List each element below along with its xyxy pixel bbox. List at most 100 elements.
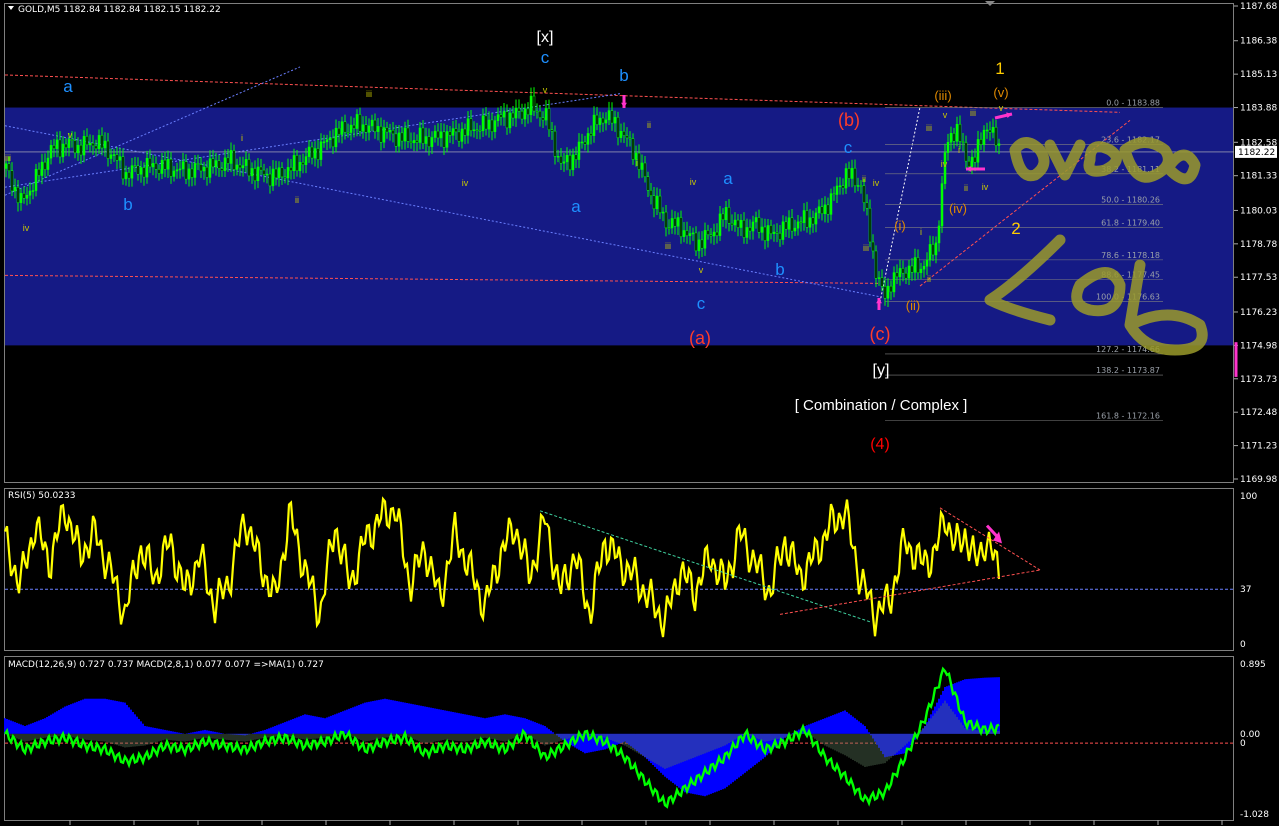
price-candle <box>148 158 152 168</box>
price-candle <box>529 95 533 116</box>
price-candle <box>409 141 413 144</box>
price-candle <box>118 156 122 161</box>
price-candle <box>430 137 434 147</box>
wave-label: a <box>63 77 73 96</box>
minor-wave-label: ii <box>862 174 866 184</box>
price-candle <box>814 212 818 225</box>
price-candle <box>169 158 173 177</box>
price-candle <box>334 127 338 148</box>
price-candle <box>760 226 764 233</box>
price-candle <box>817 206 821 214</box>
rsi-header: RSI(5) 50.0233 <box>8 491 75 501</box>
price-axis-label: 1174.98 <box>1240 341 1277 351</box>
price-candle <box>730 222 734 226</box>
rsi-panel-frame <box>4 488 1234 651</box>
down-arrow-head <box>621 102 627 108</box>
price-candle <box>658 195 662 213</box>
minor-wave-label: ii <box>295 195 299 205</box>
price-candle <box>631 138 635 160</box>
wave-label: c <box>541 48 550 67</box>
price-candle <box>901 268 905 274</box>
price-candle <box>157 169 161 174</box>
price-candle <box>223 157 227 171</box>
price-candle <box>58 139 62 158</box>
price-candle <box>961 141 965 143</box>
price-candle <box>739 219 743 228</box>
price-axis-label: 1172.48 <box>1240 408 1277 418</box>
price-candle <box>154 163 158 170</box>
price-candle <box>232 150 236 170</box>
price-candle <box>415 140 419 143</box>
minor-wave-label: iv <box>690 177 697 187</box>
price-candle <box>40 161 44 176</box>
price-candle <box>733 219 737 226</box>
minor-wave-label: iv <box>941 159 948 169</box>
price-candle <box>226 157 230 164</box>
price-candle <box>637 152 641 170</box>
price-chart[interactable]: 1187.681186.381185.131183.881182.581181.… <box>0 0 1279 826</box>
price-candle <box>406 127 410 142</box>
wave-label: c <box>844 138 853 157</box>
price-candle <box>913 257 917 273</box>
price-candle <box>985 129 989 132</box>
price-candle <box>766 225 770 241</box>
price-candle <box>418 127 422 143</box>
price-axis-label: 1181.33 <box>1240 172 1277 182</box>
price-axis-label: 1177.53 <box>1240 273 1277 283</box>
fib-level-label: 138.2 - 1173.87 <box>1096 366 1160 375</box>
price-axis-label: 1185.13 <box>1240 70 1277 80</box>
price-candle <box>457 131 461 142</box>
price-candle <box>496 114 500 121</box>
price-candle <box>481 115 485 132</box>
price-candle <box>952 133 956 142</box>
price-candle <box>916 257 920 274</box>
minor-wave-label: iii <box>366 89 372 99</box>
price-candle <box>949 133 953 143</box>
price-candle <box>685 230 689 236</box>
price-candle <box>427 136 431 147</box>
price-candle <box>16 187 20 203</box>
price-candle <box>700 239 704 249</box>
price-candle <box>559 156 563 164</box>
price-candle <box>610 110 614 124</box>
price-candle <box>967 160 971 167</box>
price-candle <box>565 154 569 163</box>
price-candle <box>802 210 806 223</box>
price-candle <box>379 126 383 143</box>
price-candle <box>253 168 257 182</box>
price-candle <box>19 193 23 203</box>
price-candle <box>772 231 776 234</box>
minor-wave-label: v <box>943 110 948 120</box>
price-candle <box>172 170 176 177</box>
price-candle <box>304 156 308 165</box>
price-candle <box>826 204 830 215</box>
minor-wave-label: iv <box>23 223 30 233</box>
price-candle <box>166 158 170 170</box>
price-candle <box>175 169 179 172</box>
price-axis-label: 1187.68 <box>1240 2 1277 12</box>
price-candle <box>541 117 545 121</box>
wave-label: c <box>697 294 706 313</box>
rsi-trendline-green <box>539 510 871 623</box>
price-candle <box>907 265 911 279</box>
price-candle <box>667 227 671 230</box>
price-candle <box>124 172 128 180</box>
minor-wave-label: i <box>958 145 960 155</box>
price-candle <box>100 135 104 149</box>
price-candle <box>358 114 362 132</box>
price-candle <box>688 233 692 236</box>
price-candle <box>220 168 224 171</box>
price-candle <box>328 137 332 140</box>
price-candle <box>46 157 50 170</box>
price-candle <box>67 139 71 148</box>
price-candle <box>139 167 143 175</box>
minor-wave-label: v <box>999 103 1004 113</box>
price-candle <box>721 213 725 221</box>
price-candle <box>121 156 125 180</box>
price-candle <box>454 128 458 133</box>
price-candle <box>181 161 185 170</box>
macd-axis-label: 0.895 <box>1240 660 1266 670</box>
price-candle <box>544 108 548 121</box>
price-candle <box>583 141 587 145</box>
price-candle <box>601 117 605 124</box>
